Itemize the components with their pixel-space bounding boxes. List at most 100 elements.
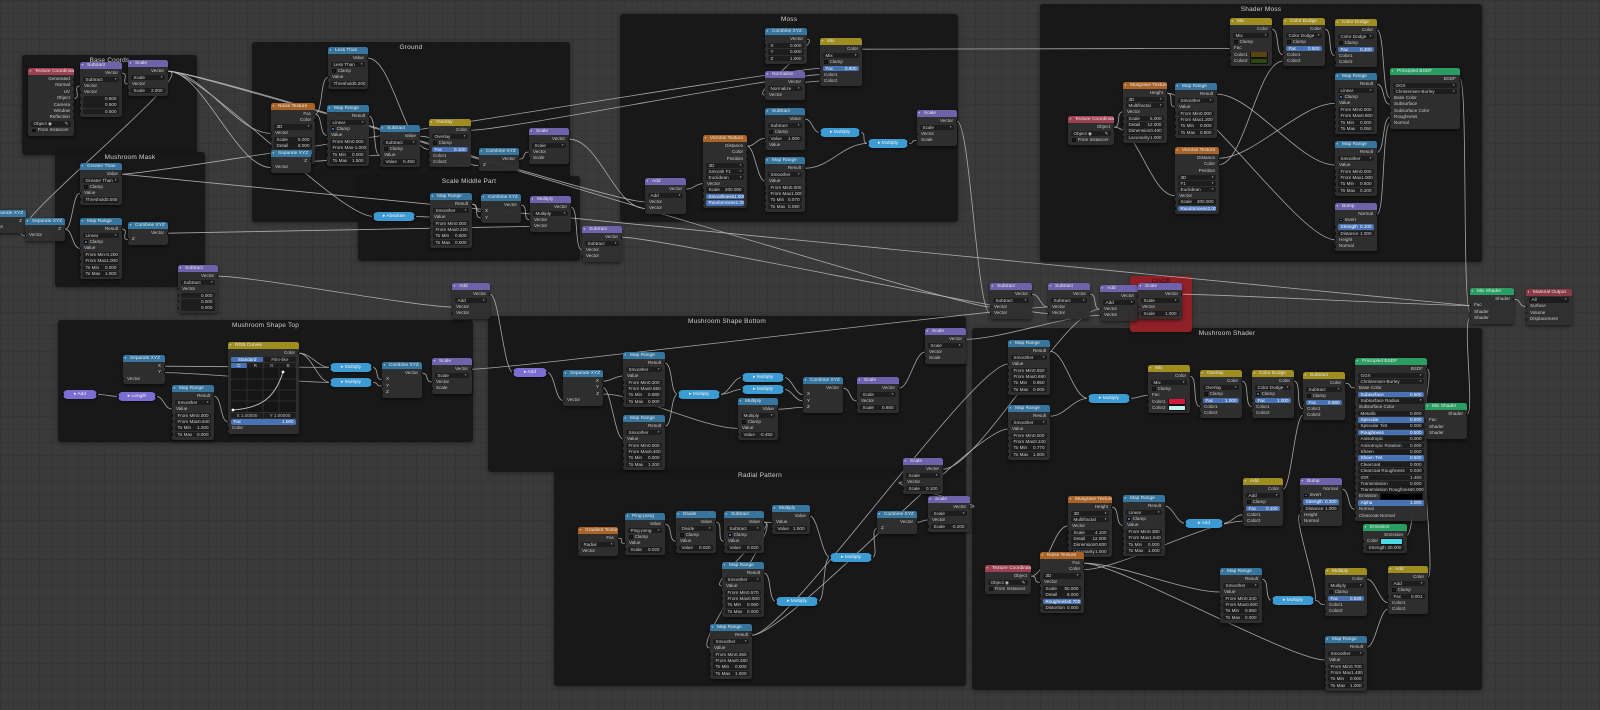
field-threshold[interactable]: Threshold 0.000 [83,196,119,203]
node-header[interactable]: Mix [1230,18,1272,25]
node-scale[interactable]: ScaleVectorScale▾VectorScale [432,358,472,394]
socket[interactable] [172,407,174,411]
node-map-range[interactable]: Map RangeResultSmoother Step▾ValueFrom M… [722,562,764,617]
node-noise-texture[interactable]: Noise TextureFacColor3D▾VectorScale50.00… [1040,552,1084,614]
dropdown-color-dodge[interactable]: Color Dodge ▾ [1338,33,1374,40]
socket[interactable] [1335,163,1337,167]
dropdown-multifractal[interactable]: Multifractal ▾ [1126,102,1164,109]
node-header[interactable]: Map Range [1325,636,1367,643]
node-header[interactable]: Subtract [178,265,218,272]
field-to-min[interactable]: To Min 0.770 [1011,445,1047,451]
socket[interactable] [1470,304,1472,307]
socket[interactable] [1335,114,1337,118]
field-scale[interactable]: Scale 300.000 [1178,199,1216,205]
dropdown-linear[interactable]: Linear ▾ [330,119,366,126]
socket[interactable] [1008,440,1010,444]
socket[interactable] [710,652,712,656]
node-header[interactable]: Multiply [772,505,810,512]
socket[interactable] [429,147,431,151]
field-to-max[interactable]: To Max 1.000 [1011,451,1047,458]
field-scale[interactable]: Scale 50.000 [1043,585,1081,592]
socket[interactable] [955,119,957,123]
node-header[interactable]: Noise Texture [271,103,315,110]
node-gradient-texture[interactable]: Gradient TextureFacRadial▾Vector [578,527,618,557]
node-subtract[interactable]: SubtractValueSubtract▾ClampValueValue0.4… [380,125,420,167]
field-strength[interactable]: Strength 0.100 [1338,224,1374,230]
field-anisotropic-rotation[interactable]: Anisotropic Rotation 0.000 [1358,442,1424,449]
node-header[interactable]: Separate XYZ [563,370,603,377]
dropdown-smoother-step[interactable]: Smoother Step▾ [626,429,662,436]
socket[interactable] [772,521,774,524]
socket[interactable] [601,386,603,389]
socket[interactable] [676,546,678,550]
socket[interactable] [1390,96,1392,100]
dropdown-scale[interactable]: Scale ▾ [860,391,896,398]
dropdown-multiply[interactable]: Multiply ▾ [1328,582,1364,589]
socket[interactable] [80,84,82,88]
socket[interactable] [569,205,571,209]
socket[interactable] [1175,124,1177,128]
socket[interactable] [925,356,927,360]
socket[interactable] [1200,411,1202,415]
node-header[interactable]: Multiply [530,196,571,203]
socket[interactable] [1040,593,1042,597]
socket[interactable] [623,374,625,378]
dropdown-mix[interactable]: Mix ▾ [1233,32,1269,39]
socket[interactable] [964,337,966,341]
color-swatch-color2[interactable]: Color2 [1230,57,1272,65]
socket[interactable] [1335,47,1337,51]
field-to-max[interactable]: To Max 0.200 [1338,187,1374,194]
field-to-min[interactable]: To Min 0.500 [1338,181,1374,187]
socket[interactable] [216,274,218,278]
socket[interactable] [765,93,767,97]
socket[interactable] [120,172,122,176]
object-picker[interactable]: Object ◉ ✎ [988,579,1028,586]
socket[interactable] [1008,375,1010,379]
node-rgb-curves[interactable]: RGB CurvesColorStandardFilm-likeCRGB X 1… [228,342,299,434]
node-header[interactable]: Greater Than [80,163,122,170]
socket[interactable] [271,166,273,169]
socket[interactable] [1183,522,1187,525]
socket[interactable] [1175,105,1177,109]
node-multiply[interactable]: ▸ Multiply [328,378,374,387]
field-from-min[interactable]: From Min 0.360 [713,651,749,658]
dropdown-scale[interactable]: Scale ▾ [928,342,963,349]
field-value[interactable]: Value 0.020 [727,544,761,551]
field-value[interactable]: Value -0.450 [741,431,775,438]
socket[interactable] [1300,519,1302,523]
socket[interactable] [703,188,705,192]
field-randomness[interactable]: Randomness1.000 [706,200,744,206]
node-subtract[interactable]: SubtractVectorSubtract▾VectorVector [1048,283,1090,319]
socket[interactable] [1252,398,1254,402]
dropdown-euclidean[interactable]: Euclidean ▾ [1178,186,1216,193]
field-roughness[interactable]: Roughness 0.700 [1043,598,1081,605]
socket[interactable] [1040,600,1042,603]
dropdown-ggx[interactable]: GGX ▾ [1393,82,1457,89]
node-header[interactable]: Scale [432,358,472,365]
socket[interactable] [1405,533,1407,537]
field-to-min[interactable]: To Min 0.060 [725,602,761,608]
node-header[interactable]: Normalize [765,71,805,78]
node-scale[interactable]: ScaleVectorScale▾VectorScale [529,128,569,164]
node-header[interactable]: Map Range [327,105,369,112]
socket[interactable] [1082,568,1084,571]
field-from-min[interactable]: From Min 0.570 [725,589,761,596]
socket[interactable] [1335,54,1337,58]
node-combine-xyz[interactable]: Combine XYZVectorZ [479,148,519,171]
node-header[interactable]: Principled BSDF [1355,358,1427,365]
socket[interactable] [328,82,330,86]
socket[interactable] [430,228,432,232]
socket[interactable] [1220,590,1222,594]
dropdown-smoother-step[interactable]: Smoother Step▾ [175,399,211,406]
node-header[interactable]: Subtract [380,125,420,132]
socket[interactable] [327,140,329,144]
dropdown-overlay[interactable]: Overlay ▾ [432,133,468,140]
node-header[interactable]: Scale [928,496,970,503]
socket[interactable] [1281,487,1283,491]
field-to-max[interactable]: To Max 0.800 [1178,129,1214,136]
socket[interactable] [80,97,82,101]
node-editor-canvas[interactable]: Base Coords Mushroom Mask Ground Scale Midd… [0,0,1600,710]
node-header[interactable]: Scale [925,328,966,335]
node-header[interactable]: Voronoi Texture [1175,147,1219,154]
socket[interactable] [172,426,174,430]
